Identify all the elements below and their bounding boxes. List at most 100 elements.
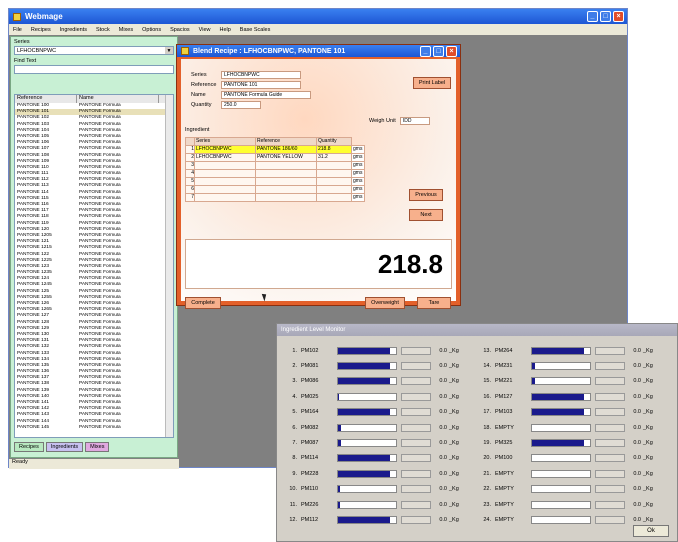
ingredient-grid[interactable]: Series Reference Quantity 1 LFHOCBNPWC PAN… [185, 137, 377, 225]
col-reference[interactable]: Reference [15, 95, 77, 103]
main-titlebar[interactable]: Webmage _ □ × [9, 9, 627, 24]
weight-display: 218.8 [185, 239, 452, 289]
chevron-down-icon[interactable]: ▼ [165, 47, 173, 54]
menu-item[interactable]: Options [142, 27, 161, 33]
cell-quantity[interactable] [316, 193, 352, 202]
grid-header: Series Reference Quantity [185, 137, 377, 146]
series-select[interactable]: LFHOCBNPWC ▼ [14, 46, 174, 55]
grid-row[interactable]: 3 gms [185, 161, 377, 170]
level-unit: _Kg [643, 439, 653, 446]
level-value: 0.0 [439, 501, 447, 508]
level-bar [531, 485, 591, 494]
ok-button[interactable]: Ok [633, 525, 669, 537]
series-field[interactable]: LFHOCBNPWC [221, 71, 301, 79]
level-value: 0.0 [439, 470, 447, 477]
menu-item[interactable]: Recipes [31, 27, 51, 33]
list-scrollbar[interactable] [165, 95, 173, 437]
close-button[interactable]: × [446, 45, 457, 57]
tare-button[interactable]: Tare [417, 297, 451, 309]
minimize-button[interactable]: _ [587, 11, 598, 22]
level-ingredient: PM082 [301, 424, 319, 431]
previous-button[interactable]: Previous [409, 189, 443, 201]
level-bar [531, 515, 591, 524]
level-index: 16. [483, 393, 491, 400]
level-ingredient: PM325 [495, 439, 513, 446]
menu-item[interactable]: Mixes [119, 27, 133, 33]
level-value: 0.0 [439, 455, 447, 462]
menu-item[interactable]: Spacios [170, 27, 190, 33]
grid-row[interactable]: 4 gms [185, 169, 377, 178]
level-value: 0.0 [633, 378, 641, 385]
level-unit: _Kg [449, 362, 459, 369]
find-label: Find Text [14, 58, 37, 64]
level-index: 19. [483, 439, 491, 446]
level-index: 14. [483, 362, 491, 369]
weigh-unit-label: Weigh Unit [369, 118, 396, 124]
level-unit: _Kg [643, 393, 653, 400]
level-unit: _Kg [449, 424, 459, 431]
level-ingredient: PM228 [301, 470, 319, 477]
menu-item[interactable]: Base Scales [240, 27, 271, 33]
col-name[interactable]: Name [77, 95, 159, 103]
complete-button[interactable]: Complete [185, 297, 221, 309]
level-bar [531, 408, 591, 417]
level-bar [531, 423, 591, 432]
level-bar [531, 377, 591, 386]
level-value: 0.0 [633, 362, 641, 369]
level-value-box [595, 438, 625, 447]
name-field[interactable]: PANTONE Formula Guide [221, 91, 311, 99]
app-title: Webmage [25, 12, 63, 21]
level-value: 0.0 [439, 424, 447, 431]
grid-row[interactable]: 1 LFHOCBNPWC PANTONE 186/60 218.8 gms [185, 145, 377, 154]
level-row: 10. PM110 0.0 _Kg [283, 485, 459, 494]
level-index: 15. [483, 378, 491, 385]
grid-row[interactable]: 6 gms [185, 185, 377, 194]
maximize-button[interactable]: □ [600, 11, 611, 22]
menu-item[interactable]: Ingredients [60, 27, 87, 33]
level-bar [337, 469, 397, 478]
level-value-box [595, 423, 625, 432]
grid-row[interactable]: 2 LFHOCBNPWC PANTONE YELLOW 31.2 gms [185, 153, 377, 162]
tab-recipes[interactable]: Recipes [14, 442, 44, 452]
overweight-button[interactable]: Overweight [365, 297, 405, 309]
minimize-button[interactable]: _ [420, 45, 431, 57]
grid-row[interactable]: 7 gms [185, 193, 377, 202]
level-index: 10. [289, 486, 297, 493]
find-input[interactable] [14, 65, 174, 74]
level-index: 23. [483, 501, 491, 508]
series-label: Series [14, 39, 30, 45]
level-unit: _Kg [643, 409, 653, 416]
cell-reference[interactable] [255, 193, 317, 202]
recipe-list[interactable]: Reference Name PANTONE 100 PANTONE Formul… [14, 94, 174, 438]
row-name: PANTONE Formula [79, 424, 121, 430]
level-row: 19. PM325 0.0 _Kg [477, 438, 653, 447]
weigh-unit-field[interactable]: IDD [399, 117, 430, 125]
blend-titlebar[interactable]: Blend Recipe : LFHOCBNPWC, PANTONE 101 _… [177, 45, 460, 57]
level-ingredient: PM112 [301, 516, 319, 523]
ingredient-level-monitor: Ingredient Level Monitor 1. PM102 0.0 _Kg 2.… [276, 323, 678, 542]
list-item[interactable]: PANTONE 145 PANTONE Formula [15, 425, 173, 431]
tab-mixes[interactable]: Mixes [85, 442, 110, 452]
level-bar [337, 438, 397, 447]
next-button[interactable]: Next [409, 209, 443, 221]
print-label-button[interactable]: Print Label [413, 77, 451, 89]
level-index: 13. [483, 347, 491, 354]
quantity-field[interactable]: 250.0 [221, 101, 261, 109]
cell-series[interactable] [194, 193, 256, 202]
level-value: 0.0 [633, 347, 641, 354]
level-value-box [401, 346, 431, 355]
grid-row[interactable]: 5 gms [185, 177, 377, 186]
level-ingredient: EMPTY [495, 501, 514, 508]
menu-item[interactable]: View [199, 27, 211, 33]
level-value-box [595, 485, 625, 494]
tab-ingredients[interactable]: Ingredients [45, 442, 84, 452]
menu-item[interactable]: File [13, 27, 22, 33]
level-index: 6. [292, 424, 297, 431]
levels-title[interactable]: Ingredient Level Monitor [277, 324, 677, 336]
close-button[interactable]: × [613, 11, 624, 22]
reference-field[interactable]: PANTONE 101 [221, 81, 301, 89]
menu-item[interactable]: Help [219, 27, 230, 33]
menu-item[interactable]: Stock [96, 27, 110, 33]
maximize-button[interactable]: □ [433, 45, 444, 57]
level-value-box [595, 361, 625, 370]
